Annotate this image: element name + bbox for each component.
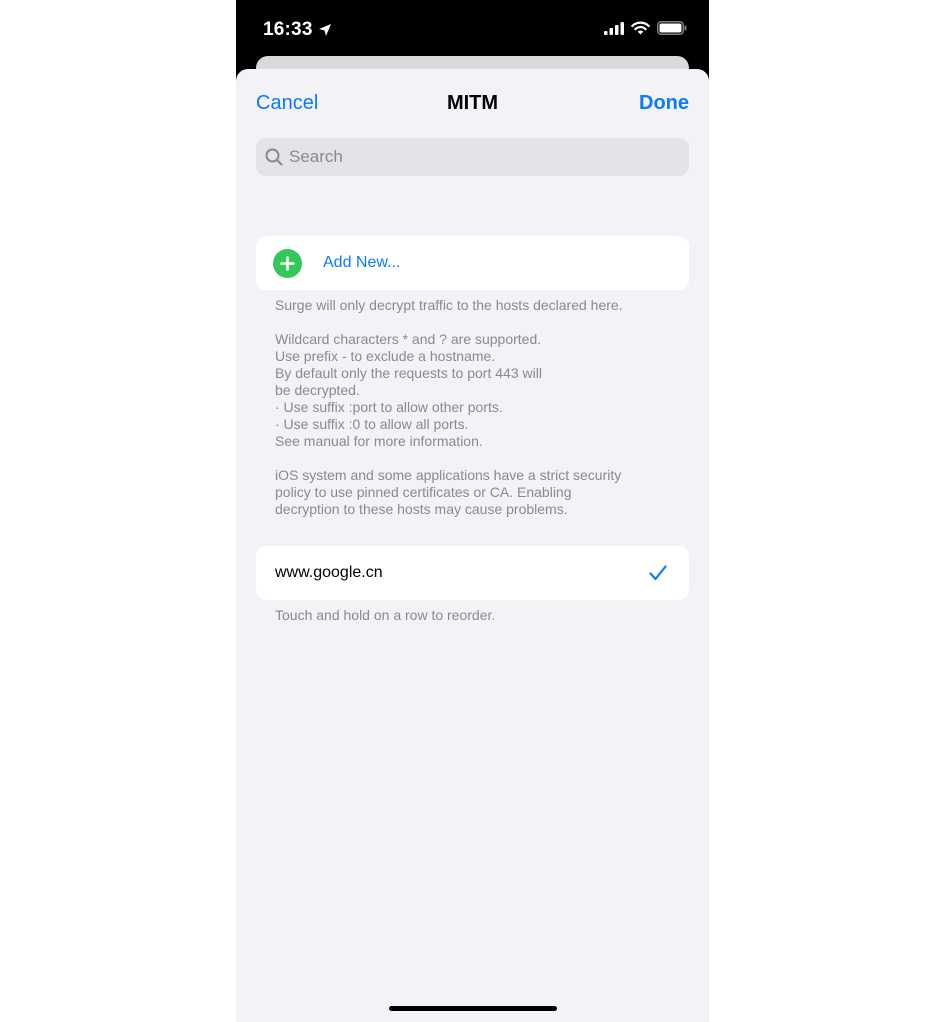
search-icon (265, 148, 283, 166)
add-new-row[interactable]: Add New... (256, 236, 689, 290)
status-time-text: 16:33 (263, 19, 313, 40)
info-paragraph-1: Surge will only decrypt traffic to the h… (275, 297, 623, 313)
wifi-icon (631, 21, 650, 35)
done-button[interactable]: Done (639, 92, 689, 115)
search-placeholder: Search (289, 147, 343, 166)
location-arrow-icon (318, 24, 331, 36)
status-bar: 16:33 (236, 0, 709, 58)
checkmark-icon (649, 565, 667, 581)
search-field[interactable]: Search (256, 138, 689, 176)
status-indicators (604, 21, 687, 35)
host-row[interactable]: www.google.cn (256, 546, 689, 600)
home-indicator[interactable] (389, 1006, 557, 1011)
plus-circle-icon (273, 248, 302, 278)
info-paragraph-3: iOS system and some applications have a … (275, 467, 622, 517)
status-time: 16:33 (263, 19, 332, 41)
reorder-hint: Touch and hold on a row to reorder. (275, 607, 496, 623)
cellular-signal-icon (604, 21, 624, 35)
phone-screen: 16:33 MITM Cancel Done Search Add New...… (236, 0, 709, 1022)
battery-icon (657, 21, 687, 35)
host-name: www.google.cn (275, 564, 383, 581)
add-new-label: Add New... (323, 254, 401, 271)
cancel-button[interactable]: Cancel (256, 92, 318, 115)
mitm-sheet: MITM Cancel Done Search Add New... Surge… (236, 69, 709, 1022)
info-paragraph-2: Wildcard characters * and ? are supporte… (275, 331, 542, 449)
